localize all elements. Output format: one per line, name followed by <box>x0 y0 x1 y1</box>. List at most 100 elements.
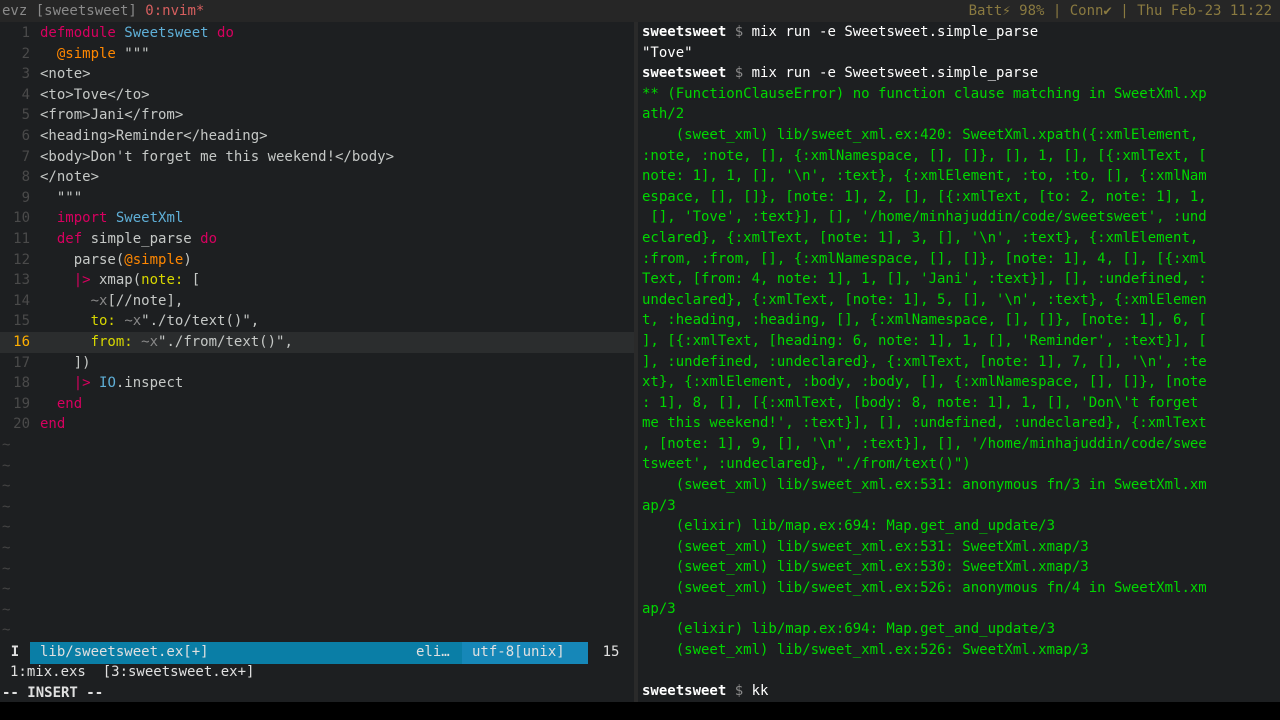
editor-line[interactable]: 9 """ <box>0 188 634 209</box>
pane-divider[interactable] <box>634 22 638 702</box>
code-text: @simple """ <box>56 45 150 62</box>
code-text: <from>Jani</from> <box>40 107 184 124</box>
line-number: 18 <box>13 375 30 392</box>
error-line: ** (FunctionClauseError) no function cla… <box>642 85 1207 102</box>
code-text: import SweetXml <box>56 210 184 227</box>
editor-line[interactable]: 13 |> xmap(note: [ <box>0 270 634 291</box>
tmux-status-right: Batt⚡ 98% | Conn✔ | Thu Feb-23 11:22 <box>968 3 1272 19</box>
command-input[interactable]: kk <box>752 683 769 699</box>
empty-line-marker: ~ <box>2 622 11 639</box>
error-line: (elixir) lib/map.ex:694: Map.get_and_upd… <box>642 621 1056 638</box>
code-text: |> xmap(note: [ <box>73 272 201 289</box>
prompt-line[interactable]: sweetsweet $ kk <box>642 681 1278 702</box>
code-text: ]) <box>40 354 91 371</box>
line-number: 10 <box>13 210 30 227</box>
editor-line[interactable]: 2 @simple """ <box>0 44 634 65</box>
error-line: ath/2 <box>642 106 685 123</box>
screen-bottom <box>0 702 1280 720</box>
command-text: mix run -e Sweetsweet.simple_parse <box>751 65 1039 82</box>
code-text: parse(@simple) <box>40 251 192 268</box>
prompt-user: sweetsweet <box>642 65 727 82</box>
buffer-list[interactable]: 1:mix.exs [3:sweetsweet.ex+] <box>10 664 254 680</box>
empty-line-marker: ~ <box>2 540 11 556</box>
error-line: ap/3 <box>642 600 676 617</box>
error-line: undeclared}, {:xmlText, [note: 1], 5, []… <box>642 291 1207 308</box>
terminal-pane[interactable]: sweetsweet $ mix run -e Sweetsweet.simpl… <box>642 22 1278 702</box>
error-output: ** (FunctionClauseError) no function cla… <box>642 84 1278 661</box>
editor-line[interactable]: 16 from: ~x"./from/text()", <box>0 332 634 353</box>
nvim-editor-pane[interactable]: 1 defmodule Sweetsweet do 2 @simple """ 3 <n… <box>0 22 634 702</box>
empty-line-marker: ~ <box>2 581 11 598</box>
editor-line[interactable]: 1 defmodule Sweetsweet do <box>0 23 634 44</box>
editor-line[interactable]: 6 <heading>Reminder</heading> <box>0 126 634 147</box>
error-line: Text, [from: 4, note: 1], 1, [], 'Jani',… <box>642 271 1207 288</box>
prompt-symbol: $ <box>734 24 744 40</box>
line-number: 17 <box>13 354 30 371</box>
encoding-label: utf-8[unix] <box>462 642 588 664</box>
editor-line[interactable]: 17 ]) <box>0 353 634 374</box>
error-line: note: 1], 1, [], '\n', :text}, {:xmlElem… <box>642 168 1207 185</box>
editor-line[interactable]: 20 end <box>0 414 634 435</box>
empty-line-marker: ~ <box>2 437 11 453</box>
encoding-text: utf-8[unix] <box>472 644 565 660</box>
error-line: xt}, {:xmlElement, :body, :body, [], {:x… <box>642 374 1207 391</box>
error-line: (sweet_xml) lib/sweet_xml.ex:530: SweetX… <box>642 559 1089 576</box>
editor-line[interactable]: 10 import SweetXml <box>0 208 634 229</box>
editor-line[interactable]: 7 <body>Don't forget me this weekend!</bo… <box>0 147 634 168</box>
line-number: 14 <box>13 292 30 309</box>
editor-line[interactable]: 18 |> IO.inspect <box>0 373 634 394</box>
editor-line[interactable]: 15 to: ~x"./to/text()", <box>0 311 634 332</box>
code-text: <heading>Reminder</heading> <box>40 128 268 144</box>
code-text: end <box>40 416 66 433</box>
prompt-symbol: $ <box>734 683 744 699</box>
tmux-window-label[interactable]: 0:nvim* <box>145 3 204 19</box>
error-line: (elixir) lib/map.ex:694: Map.get_and_upd… <box>642 518 1056 535</box>
file-path: lib/sweetsweet.ex[+] <box>40 644 209 660</box>
code-text: ~x[//note], <box>90 292 184 309</box>
line-number: 19 <box>13 395 30 412</box>
error-line: espace, [], []}, [note: 1], 2, [], [{:xm… <box>642 188 1207 205</box>
code-text: def simple_parse do <box>56 231 218 247</box>
code-text: <body>Don't forget me this weekend!</bod… <box>40 148 395 165</box>
editor-line[interactable]: 3 <note> <box>0 64 634 85</box>
tmux-session-name: evz [sweetsweet] <box>2 3 137 19</box>
line-number: 3 <box>21 66 30 83</box>
cursor-position: 15 <box>588 642 634 664</box>
empty-line-marker: ~ <box>2 519 11 536</box>
code-text: <to>Tove</to> <box>40 86 150 103</box>
error-line: , [note: 1], 9, [], '\n', :text}], [], '… <box>642 435 1207 452</box>
error-line: ap/3 <box>642 497 676 514</box>
line-number: 16 <box>13 334 30 350</box>
line-number: 7 <box>21 148 30 165</box>
code-text: <note> <box>40 66 91 83</box>
error-line: : 1], 8, [], [{:xmlText, [body: 8, note:… <box>642 394 1199 411</box>
editor-line[interactable]: 19 end <box>0 394 634 415</box>
editor-line[interactable]: 14 ~x[//note], <box>0 291 634 312</box>
editor-line[interactable]: 12 parse(@simple) <box>0 250 634 271</box>
editor-line[interactable]: 4 <to>Tove</to> <box>0 85 634 106</box>
error-line: [], 'Tove', :text}], [], '/home/minhajud… <box>642 209 1207 226</box>
line-number: 1 <box>21 25 30 41</box>
editor-line[interactable]: 5 <from>Jani</from> <box>0 105 634 126</box>
code-text: to: ~x"./to/text()", <box>90 313 260 330</box>
empty-line-marker: ~ <box>2 457 11 474</box>
filetype-label: eli… <box>416 644 450 660</box>
empty-line-marker: ~ <box>2 601 11 618</box>
empty-line-marker: ~ <box>2 560 11 577</box>
empty-line-marker: ~ <box>2 498 11 515</box>
line-number: 6 <box>21 128 30 144</box>
line-number: 4 <box>21 86 30 103</box>
line-number: 9 <box>21 189 30 206</box>
line-number: 8 <box>21 169 30 186</box>
editor-line[interactable]: 8 </note> <box>0 167 634 188</box>
code-text: end <box>56 395 83 412</box>
line-number: 11 <box>13 231 30 247</box>
line-number: 13 <box>13 272 30 289</box>
line-number: 2 <box>21 45 30 62</box>
error-line: me this weekend!', :text}], [], :undefin… <box>642 415 1207 432</box>
error-line: (sweet_xml) lib/sweet_xml.ex:531: anonym… <box>642 477 1207 494</box>
mode-indicator: I <box>0 642 30 664</box>
line-number: 20 <box>13 416 30 433</box>
editor-line[interactable]: 11 def simple_parse do <box>0 229 634 250</box>
